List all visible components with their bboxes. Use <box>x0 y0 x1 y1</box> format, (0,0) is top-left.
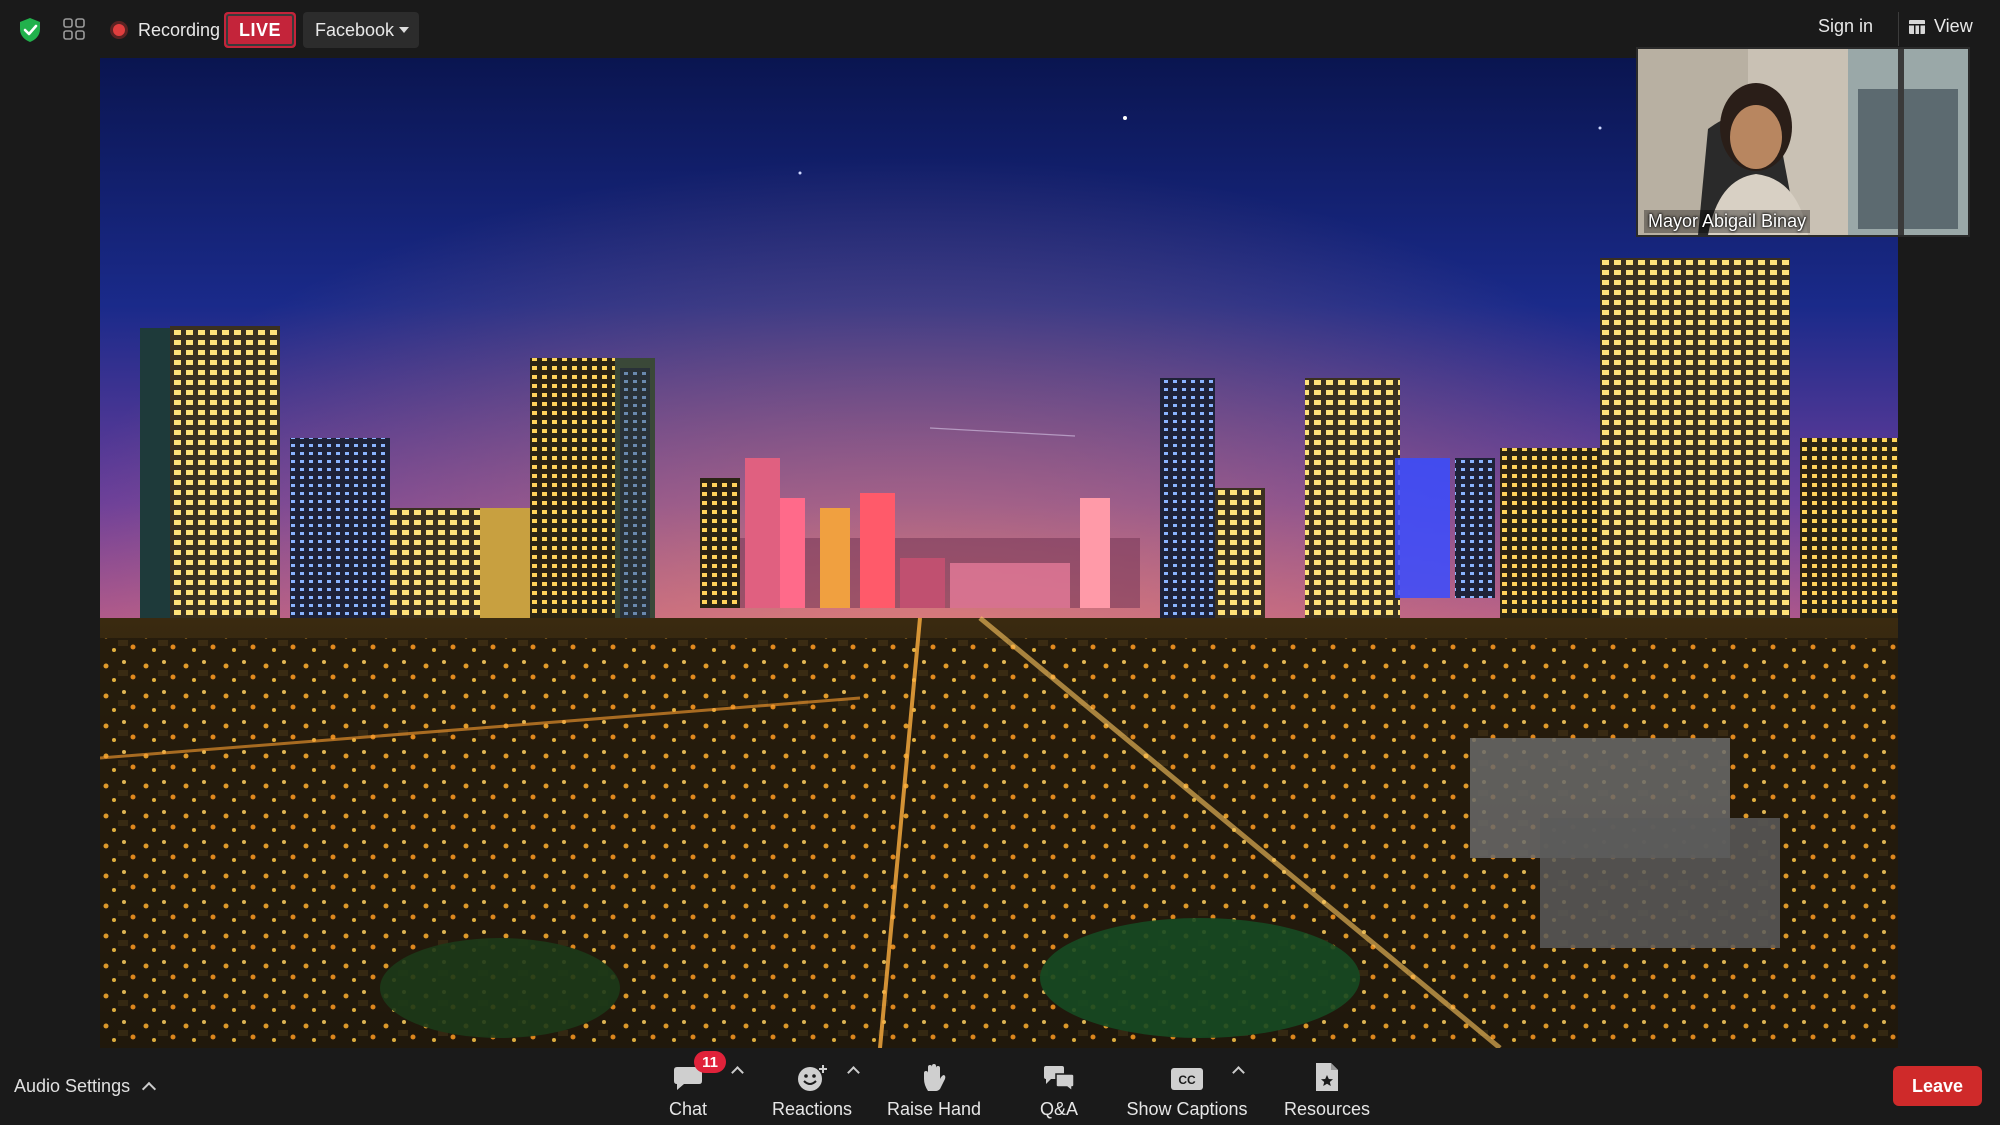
qa-label: Q&A <box>1039 1099 1078 1119</box>
svg-text:CC: CC <box>1178 1073 1196 1087</box>
live-badge[interactable]: LIVE <box>224 12 296 48</box>
recording-dot-icon <box>110 21 128 39</box>
view-button[interactable]: View <box>1908 16 1973 37</box>
chat-unread-badge: 11 <box>694 1051 726 1073</box>
meeting-toolbar: Audio Settings Chat Reactions Raise Hand <box>0 1048 2000 1125</box>
divider <box>1898 12 1899 46</box>
reactions-label: Reactions <box>771 1099 853 1119</box>
city-night-skyline-image <box>100 58 1898 1048</box>
closed-captions-icon: CC <box>1171 1068 1203 1090</box>
smiley-plus-icon <box>798 1065 827 1091</box>
speaker-thumbnail[interactable]: Mayor Abigail Binay <box>1636 47 1970 237</box>
stream-target-label: Facebook <box>315 19 395 40</box>
resources-button[interactable]: Resources <box>1283 1054 1371 1120</box>
shared-video-stage <box>100 58 1898 1048</box>
speaker-video-image <box>1638 49 1968 235</box>
stream-target-dropdown[interactable]: Facebook <box>303 12 419 48</box>
sign-in-button[interactable]: Sign in <box>1818 16 1873 37</box>
speaker-name-label: Mayor Abigail Binay <box>1644 210 1811 233</box>
document-star-icon <box>1316 1063 1338 1091</box>
audio-settings-button[interactable]: Audio Settings <box>14 1076 157 1097</box>
recording-indicator[interactable]: Recording <box>110 18 220 42</box>
live-label: LIVE <box>238 19 281 40</box>
leave-button[interactable]: Leave <box>1893 1066 1982 1106</box>
security-shield-icon[interactable] <box>16 16 44 44</box>
resources-label: Resources <box>1283 1099 1371 1119</box>
hand-icon <box>924 1064 946 1091</box>
audio-settings-label: Audio Settings <box>14 1076 131 1096</box>
show-captions-label: Show Captions <box>1126 1099 1248 1119</box>
show-captions-button[interactable]: CC Show Captions <box>1126 1054 1248 1120</box>
caret-down-icon <box>399 27 409 33</box>
raise-hand-button[interactable]: Raise Hand <box>886 1054 982 1120</box>
chevron-up-icon <box>142 1081 157 1096</box>
raise-hand-label: Raise Hand <box>886 1099 982 1119</box>
reactions-button[interactable]: Reactions <box>772 1054 852 1120</box>
chat-options-caret-icon[interactable] <box>731 1066 744 1079</box>
qa-bubbles-icon <box>1044 1066 1075 1093</box>
qa-button[interactable]: Q&A <box>1030 1054 1088 1120</box>
chat-label: Chat <box>668 1099 708 1119</box>
view-label: View <box>1934 16 1973 36</box>
recording-label: Recording <box>138 19 221 40</box>
apps-grid-icon[interactable] <box>62 17 86 41</box>
view-grid-icon <box>1909 19 1925 34</box>
